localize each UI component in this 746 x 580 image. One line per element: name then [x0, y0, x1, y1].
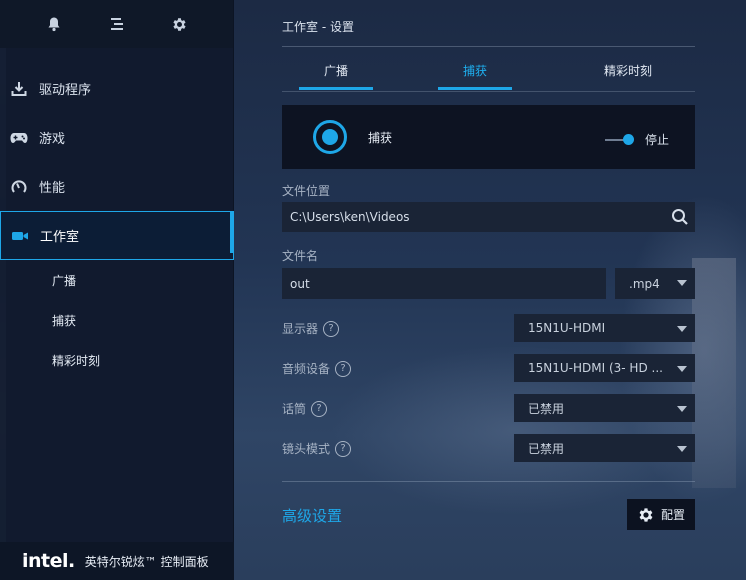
search-icon[interactable] [671, 208, 689, 226]
file-name-label: 文件名 [282, 247, 318, 264]
sidebar-subitem-highlights[interactable]: 精彩时刻 [0, 340, 234, 380]
sidebar-subitem-capture[interactable]: 捕获 [0, 300, 234, 340]
field-label-text: 显示器 [282, 322, 319, 336]
display-value: 15N1U-HDMI [528, 321, 606, 335]
capture-card: 捕获 停止 [282, 105, 695, 169]
advanced-settings-link[interactable]: 高级设置 [282, 505, 342, 526]
divider [282, 481, 695, 482]
config-label: 配置 [660, 508, 685, 522]
tab-capture[interactable]: 捕获 [438, 60, 512, 90]
tab-underline [299, 87, 373, 90]
breadcrumb: 工作室 - 设置 [282, 20, 354, 34]
help-icon[interactable]: ? [335, 440, 352, 457]
audio-device-value: 15N1U-HDMI (3- HD ... [528, 361, 663, 375]
sidebar-item-label: 工作室 [40, 230, 80, 245]
tab-label: 广播 [323, 64, 348, 78]
gear-icon[interactable] [170, 14, 190, 34]
chevron-down-icon [677, 326, 687, 332]
capture-toggle[interactable]: 停止 [604, 131, 669, 148]
file-name-value: out [290, 276, 310, 291]
gamepad-icon [10, 129, 28, 147]
field-label-text: 文件名 [282, 249, 319, 263]
microphone-value: 已禁用 [528, 401, 565, 416]
sidebar-item-games[interactable]: 游戏 [0, 113, 234, 162]
help-icon[interactable]: ? [323, 320, 340, 337]
sidebar-topbar [0, 0, 233, 48]
video-camera-icon [11, 227, 29, 245]
extension-value: .mp4 [629, 276, 660, 291]
help-icon[interactable]: ? [335, 360, 352, 377]
field-label-text: 镜头模式 [282, 442, 331, 456]
sidebar-item-performance[interactable]: 性能 [0, 162, 234, 211]
sidebar-footer: intel. 英特尔锐炫™ 控制面板 [0, 542, 234, 580]
download-icon [10, 80, 28, 98]
chevron-down-icon [677, 280, 687, 286]
microphone-label: 话筒 ? [282, 400, 328, 417]
chevron-down-icon [677, 406, 687, 412]
main-panel: 工作室 - 设置 广播 捕获 精彩时刻 捕获 停止 文件位置 C:\Users\… [234, 0, 746, 580]
menu-icon[interactable] [107, 14, 127, 34]
config-button[interactable]: 配置 [627, 499, 695, 530]
divider [282, 46, 695, 47]
file-name-input[interactable]: out [282, 268, 606, 299]
gear-icon [637, 506, 655, 524]
field-label-text: 文件位置 [282, 184, 331, 198]
sidebar: 驱动程序 游戏 性能 工作室 广播 捕获 精彩时刻 intel. 英特尔锐炫™ … [0, 0, 234, 580]
display-label: 显示器 ? [282, 320, 340, 337]
extension-select[interactable]: .mp4 [615, 268, 695, 299]
capture-label: 捕获 [368, 130, 393, 145]
tab-bar: 广播 捕获 精彩时刻 [282, 60, 695, 92]
toggle-track [604, 133, 634, 145]
field-label-text: 音频设备 [282, 362, 331, 376]
bell-icon[interactable] [44, 14, 64, 34]
toggle-knob [622, 133, 634, 145]
sidebar-item-label: 驱动程序 [39, 83, 92, 98]
gauge-icon [10, 178, 28, 196]
tab-broadcast[interactable]: 广播 [299, 60, 373, 90]
camera-mode-select[interactable]: 已禁用 [514, 434, 695, 462]
chevron-down-icon [677, 446, 687, 452]
sidebar-item-label: 游戏 [39, 132, 66, 147]
sidebar-nav: 驱动程序 游戏 性能 工作室 广播 捕获 精彩时刻 [0, 64, 234, 380]
intel-logo: intel. [22, 550, 75, 572]
audio-device-select[interactable]: 15N1U-HDMI (3- HD ... [514, 354, 695, 382]
sidebar-item-studio[interactable]: 工作室 [0, 211, 234, 260]
chevron-down-icon [677, 366, 687, 372]
display-select[interactable]: 15N1U-HDMI [514, 314, 695, 342]
record-button[interactable] [313, 120, 347, 154]
tab-label: 精彩时刻 [603, 64, 652, 78]
microphone-select[interactable]: 已禁用 [514, 394, 695, 422]
file-location-label: 文件位置 [282, 182, 330, 199]
app-title: 英特尔锐炫™ 控制面板 [84, 554, 209, 569]
sidebar-item-drivers[interactable]: 驱动程序 [0, 64, 234, 113]
tab-highlights[interactable]: 精彩时刻 [588, 60, 668, 90]
file-location-value: C:\Users\ken\Videos [290, 210, 410, 224]
tab-underline [438, 87, 512, 90]
audio-device-label: 音频设备 ? [282, 360, 352, 377]
sidebar-item-label: 性能 [39, 181, 66, 196]
camera-mode-label: 镜头模式 ? [282, 440, 352, 457]
toggle-label: 停止 [644, 133, 669, 147]
camera-mode-value: 已禁用 [528, 441, 565, 456]
help-icon[interactable]: ? [311, 400, 328, 417]
tab-baseline [282, 91, 695, 92]
record-icon [322, 129, 338, 145]
tab-label: 捕获 [462, 64, 487, 78]
file-location-input[interactable]: C:\Users\ken\Videos [282, 202, 695, 232]
field-label-text: 话筒 [282, 402, 307, 416]
sidebar-subitem-broadcast[interactable]: 广播 [0, 260, 234, 300]
